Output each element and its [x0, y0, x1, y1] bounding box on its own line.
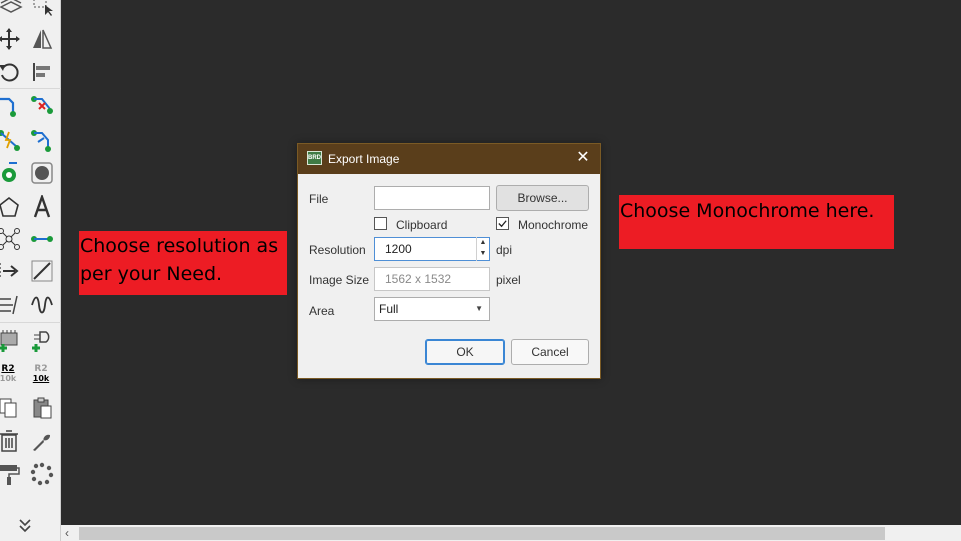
copy-icon[interactable]: [0, 395, 22, 421]
resolution-annotation-line2: per your Need.: [80, 263, 223, 285]
add-symbol-icon[interactable]: [29, 327, 55, 353]
select-icon[interactable]: [30, 0, 56, 18]
checkmark-icon: [498, 220, 507, 228]
hole-icon[interactable]: [29, 160, 55, 186]
horizontal-scrollbar[interactable]: ‹: [61, 525, 961, 541]
clipboard-checkbox[interactable]: [374, 217, 387, 230]
resolution-value: 1200: [385, 242, 412, 256]
resolution-input[interactable]: 1200 ▲ ▼: [374, 237, 490, 261]
spin-down-icon[interactable]: ▼: [477, 248, 489, 259]
image-size-field: 1562 x 1532: [374, 267, 490, 291]
ok-button[interactable]: OK: [425, 339, 505, 365]
mirror-icon[interactable]: [29, 26, 55, 52]
junction-icon[interactable]: [0, 226, 22, 252]
net-wire-icon[interactable]: [0, 127, 22, 153]
paint-icon[interactable]: [0, 461, 22, 487]
close-icon[interactable]: ✕: [574, 149, 592, 167]
name-tool-top: R2: [1, 364, 15, 374]
scrollbar-thumb[interactable]: [79, 527, 885, 540]
area-value: Full: [379, 302, 399, 316]
file-label: File: [309, 192, 329, 206]
dialog-titlebar[interactable]: BRD Export Image ✕: [298, 144, 600, 174]
line-icon[interactable]: [29, 258, 55, 284]
via-icon[interactable]: [0, 160, 22, 186]
resolution-label: Resolution: [309, 243, 366, 257]
scroll-left-icon[interactable]: ‹: [65, 525, 69, 541]
polygon-icon[interactable]: [0, 194, 22, 220]
net-split-icon[interactable]: [29, 127, 55, 153]
area-select[interactable]: Full ▼: [374, 297, 490, 321]
wire-icon[interactable]: [0, 93, 22, 119]
value-tool[interactable]: R2 10k: [31, 364, 51, 384]
dialog-title: Export Image: [328, 152, 400, 166]
align-icon[interactable]: [29, 59, 55, 85]
resolution-annotation-line1: Choose resolution as: [80, 235, 279, 257]
toolbar-divider: [0, 88, 61, 89]
delete-wire-icon[interactable]: [29, 93, 55, 119]
toolbar-divider: [0, 322, 61, 323]
rotate-icon[interactable]: [0, 59, 22, 85]
name-tool-bottom: 10k: [0, 374, 17, 383]
monochrome-label: Monochrome: [518, 218, 589, 232]
clipboard-label: Clipboard: [396, 218, 448, 232]
resolution-annotation: Choose resolution as per your Need.: [79, 231, 287, 295]
group-icon[interactable]: [29, 461, 55, 487]
app-icon: BRD: [307, 151, 322, 165]
resolution-unit: dpi: [496, 243, 513, 257]
layers-icon[interactable]: [0, 0, 24, 20]
paste-icon[interactable]: [29, 395, 55, 421]
area-label: Area: [309, 304, 335, 318]
spin-up-icon[interactable]: ▲: [477, 237, 489, 248]
value-tool-top: R2: [34, 364, 48, 374]
image-size-label: Image Size: [309, 273, 370, 287]
monochrome-annotation: Choose Monochrome here.: [619, 195, 894, 249]
add-part-icon[interactable]: [0, 327, 22, 353]
left-toolbar: R2 10k R2 10k: [0, 0, 61, 541]
monochrome-annotation-text: Choose Monochrome here.: [620, 200, 875, 222]
resolution-spinner[interactable]: ▲ ▼: [476, 237, 489, 261]
export-image-dialog: BRD Export Image ✕ File Browse... Clipbo…: [297, 143, 601, 379]
value-tool-bottom: 10k: [32, 374, 50, 383]
arrow-icon[interactable]: [0, 258, 22, 284]
sine-icon[interactable]: [29, 292, 55, 318]
cancel-button[interactable]: Cancel: [511, 339, 589, 365]
move-icon[interactable]: [0, 26, 22, 52]
monochrome-checkbox[interactable]: [496, 217, 509, 230]
delete-icon[interactable]: [0, 428, 22, 454]
chevron-down-icon: ▼: [475, 304, 483, 313]
text-icon[interactable]: [29, 194, 55, 220]
file-input[interactable]: [374, 186, 490, 210]
bus-icon[interactable]: [0, 292, 22, 318]
connection-icon[interactable]: [29, 226, 55, 252]
name-tool[interactable]: R2 10k: [0, 364, 18, 384]
image-size-unit: pixel: [496, 273, 521, 287]
wrench-icon[interactable]: [29, 428, 55, 454]
expand-icon[interactable]: [13, 514, 37, 538]
browse-button[interactable]: Browse...: [496, 185, 589, 211]
